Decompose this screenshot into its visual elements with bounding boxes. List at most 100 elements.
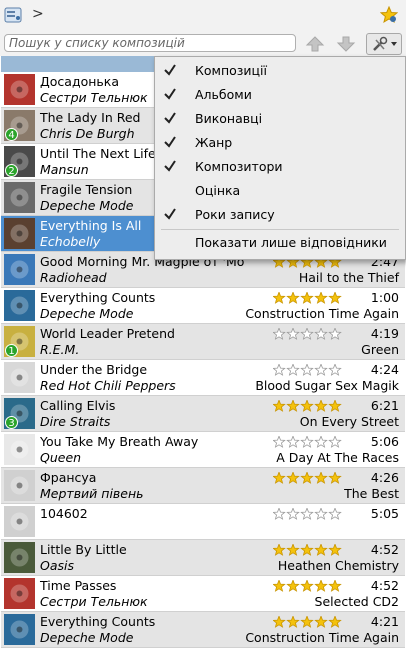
track-album: Selected CD2	[314, 594, 399, 609]
rating-star-icon	[314, 472, 328, 484]
rating-star-icon	[273, 508, 286, 520]
track-artist: R.E.M.	[40, 342, 80, 357]
search-input[interactable]	[4, 34, 296, 52]
queue-position-badge: 1	[5, 344, 18, 357]
track-title: World Leader Pretend	[40, 326, 175, 341]
rating-star-icon	[300, 292, 314, 304]
queue-position-badge: 2	[5, 164, 18, 177]
rating-star-icon	[300, 544, 314, 556]
menu-item-column-toggle[interactable]: Композиції	[155, 59, 405, 83]
playlist-row[interactable]: 1 World Leader Pretend R.E.M. 4:19 Green	[1, 324, 405, 360]
track-title: You Take My Breath Away	[40, 434, 199, 449]
rating-star-icon	[328, 328, 342, 340]
rating-star-icon	[314, 292, 328, 304]
playlist-icon[interactable]	[4, 6, 22, 24]
column-visibility-menu: Композиції Альбоми Виконавці Жанр Композитор…	[154, 56, 406, 260]
track-artist: Red Hot Chili Peppers	[40, 378, 176, 393]
album-cover-image	[4, 254, 35, 285]
rating-star-icon	[300, 472, 314, 484]
rating-star-icon	[273, 472, 286, 484]
track-artist: Queen	[40, 450, 82, 465]
album-cover-image	[4, 578, 35, 609]
track-duration: 4:52	[370, 542, 399, 557]
rating-star-icon	[273, 292, 286, 304]
rating-stars[interactable]	[273, 292, 343, 304]
album-cover-image	[4, 470, 35, 501]
menu-item-label: Композиції	[195, 63, 267, 78]
menu-item-column-toggle[interactable]: Роки запису	[155, 203, 405, 227]
track-artist: Depeche Mode	[40, 630, 134, 645]
rating-stars[interactable]	[273, 364, 343, 376]
rating-stars[interactable]	[273, 580, 343, 592]
track-title: 104602	[40, 506, 88, 521]
tools-menu-button[interactable]	[366, 33, 402, 55]
track-duration: 4:26	[370, 470, 399, 485]
playlist-row[interactable]: 104602 5:05	[1, 504, 405, 540]
playlist-row[interactable]: Little By Little Oasis 4:52 Heathen Chemist…	[1, 540, 405, 576]
track-duration: 5:05	[370, 506, 399, 521]
rating-star-icon	[273, 580, 286, 592]
rating-star-icon	[328, 508, 342, 520]
rating-star-icon	[286, 436, 300, 448]
menu-item-column-toggle[interactable]: Оцінка	[155, 179, 405, 203]
rating-stars[interactable]	[273, 616, 343, 628]
menu-item-column-toggle[interactable]: Альбоми	[155, 83, 405, 107]
track-album: Construction Time Again	[245, 306, 399, 321]
rating-star-icon	[314, 364, 328, 376]
playlist-row[interactable]: Time Passes Сестри Тельнюк 4:52 Selected CD…	[1, 576, 405, 612]
rating-stars[interactable]	[273, 472, 343, 484]
rating-star-icon	[314, 616, 328, 628]
track-artist: Radiohead	[40, 270, 107, 285]
menu-item-label: Виконавці	[195, 111, 263, 126]
top-toolbar: >	[0, 0, 406, 32]
rating-star-icon	[273, 364, 286, 376]
track-album: Hail to the Thief	[298, 270, 399, 285]
track-duration: 4:19	[370, 326, 399, 341]
check-icon	[164, 64, 176, 76]
album-cover-image	[4, 506, 35, 537]
album-cover-image	[4, 182, 35, 213]
rating-stars[interactable]	[273, 400, 343, 412]
rating-stars[interactable]	[273, 436, 343, 448]
playlist-row[interactable]: Under the Bridge Red Hot Chili Peppers 4:2…	[1, 360, 405, 396]
menu-item-label: Оцінка	[195, 183, 241, 198]
album-cover-image	[4, 362, 35, 393]
rating-star-icon	[314, 580, 328, 592]
playlist-row[interactable]: Everything Counts Depeche Mode 4:21 Constru…	[1, 612, 405, 648]
check-icon	[164, 88, 176, 100]
track-title: Time Passes	[40, 578, 117, 593]
menu-item-column-toggle[interactable]: Жанр	[155, 131, 405, 155]
menu-item-column-toggle[interactable]: Композитори	[155, 155, 405, 179]
menu-item-label: Композитори	[195, 159, 283, 174]
rating-star-icon	[286, 328, 300, 340]
track-artist: Dire Straits	[40, 414, 111, 429]
rating-star-icon	[328, 616, 342, 628]
playlist-row[interactable]: 3 Calling Elvis Dire Straits 6:21 On Every S…	[1, 396, 405, 432]
album-cover-image	[4, 434, 35, 465]
rating-star-icon	[328, 292, 342, 304]
playlist-row[interactable]: Everything Counts Depeche Mode 1:00 Constru…	[1, 288, 405, 324]
rating-star-icon	[314, 544, 328, 556]
playlist-row[interactable]: Франсуа Мертвий півень 4:26 The Best	[1, 468, 405, 504]
rating-stars[interactable]	[273, 328, 343, 340]
rating-star-icon	[286, 472, 300, 484]
favorites-star-icon[interactable]	[380, 6, 398, 24]
track-title: Everything Is All	[40, 218, 142, 233]
rating-star-icon	[300, 364, 314, 376]
track-title: Under the Bridge	[40, 362, 148, 377]
breadcrumb-arrow[interactable]: >	[32, 6, 44, 22]
arrow-down-icon[interactable]	[335, 34, 357, 54]
rating-star-icon	[286, 580, 300, 592]
rating-stars[interactable]	[273, 508, 343, 520]
playlist-row[interactable]: You Take My Breath Away Queen 5:06 A Day At…	[1, 432, 405, 468]
menu-item-column-toggle[interactable]: Виконавці	[155, 107, 405, 131]
arrow-up-icon[interactable]	[304, 34, 326, 54]
rating-stars[interactable]	[273, 544, 343, 556]
track-artist: Сестри Тельнюк	[40, 90, 148, 105]
menu-item-column-toggle[interactable]: Показати лише відповідники	[155, 231, 405, 255]
tools-icon	[373, 36, 397, 51]
album-cover-image	[4, 614, 35, 645]
track-duration: 5:06	[370, 434, 399, 449]
track-album: On Every Street	[299, 414, 399, 429]
rating-star-icon	[273, 544, 286, 556]
